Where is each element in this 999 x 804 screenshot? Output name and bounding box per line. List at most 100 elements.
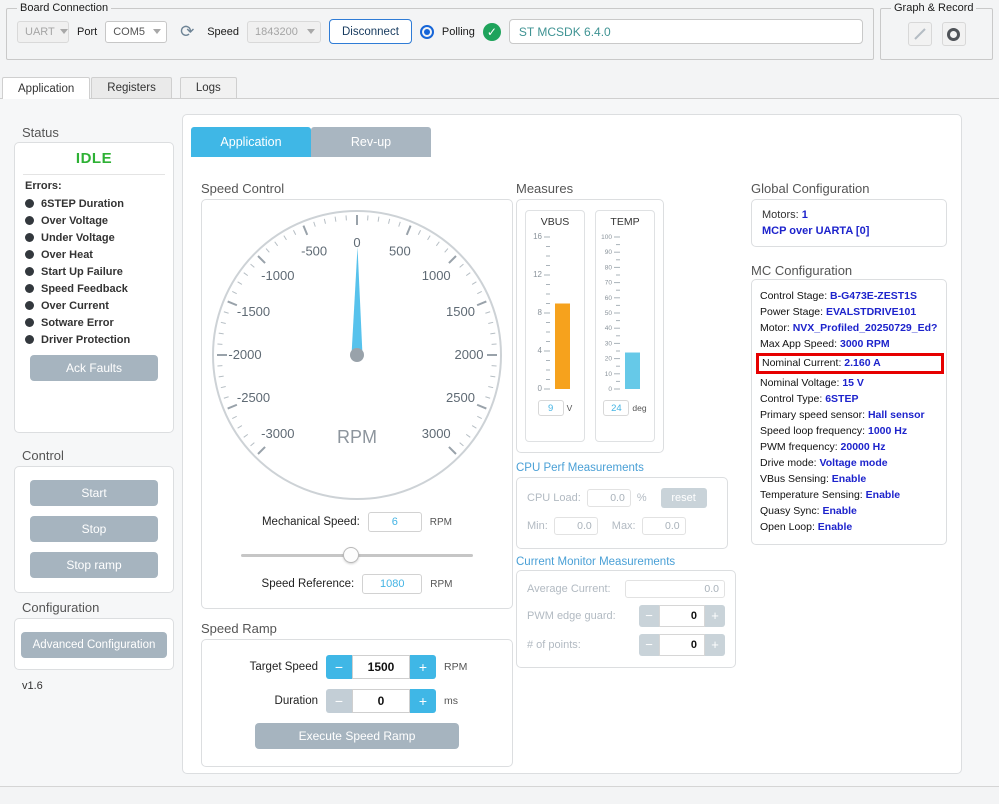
- svg-text:-3000: -3000: [261, 426, 294, 441]
- polling-label: Polling: [441, 25, 475, 38]
- pwm-edge-guard-field[interactable]: [659, 605, 705, 627]
- mc-config-label: VBus Sensing:: [760, 473, 832, 485]
- pwm-edge-guard-row: PWM edge guard: − +: [527, 605, 725, 627]
- mc-config-label: Open Loop:: [760, 521, 818, 533]
- pwm-edge-guard-label: PWM edge guard:: [527, 610, 616, 622]
- execute-speed-ramp-button[interactable]: Execute Speed Ramp: [255, 723, 459, 749]
- points-increment-button[interactable]: +: [705, 634, 725, 656]
- slider-handle[interactable]: [343, 547, 360, 563]
- mc-config-value: NVX_Profiled_20250729_Ed?: [792, 322, 938, 334]
- speed-ramp-title: Speed Ramp: [201, 621, 277, 636]
- board-connection-group: Board Connection UART Port COM5 ⟳ Speed …: [6, 2, 874, 60]
- average-current-label: Average Current:: [527, 583, 611, 595]
- duration-field[interactable]: [352, 689, 410, 713]
- error-led-icon: [25, 318, 34, 327]
- svg-text:0: 0: [538, 384, 543, 393]
- svg-text:RPM: RPM: [337, 427, 377, 447]
- polling-radio[interactable]: [419, 24, 434, 39]
- record-button[interactable]: [941, 22, 966, 46]
- mc-config-label: Drive mode:: [760, 457, 820, 469]
- mc-config-item: Speed loop frequency: 1000 Hz: [760, 423, 938, 439]
- board-connection-title: Board Connection: [20, 2, 109, 14]
- main-tab-bar: Application Registers Logs: [0, 77, 999, 99]
- current-monitor-panel: Average Current: PWM edge guard: − + # o…: [516, 570, 736, 668]
- mc-config-value: 2.160 A: [844, 357, 881, 369]
- target-speed-increment-button[interactable]: +: [410, 655, 436, 679]
- mc-config-item: Control Type: 6STEP: [760, 391, 938, 407]
- speed-gauge: -3000 -2500 -2000 -1500 -1000 -500 0 500 1000 150…: [212, 210, 502, 500]
- pwm-edge-guard-decrement-button[interactable]: −: [639, 605, 659, 627]
- error-label: Over Current: [41, 299, 109, 312]
- svg-text:4: 4: [538, 346, 543, 355]
- firmware-name-field[interactable]: [508, 19, 863, 44]
- target-speed-field[interactable]: [352, 655, 410, 679]
- mc-config-label: Control Type:: [760, 393, 826, 405]
- cpu-min-field[interactable]: [553, 517, 598, 535]
- points-field[interactable]: [659, 634, 705, 656]
- error-label: Speed Feedback: [41, 282, 128, 295]
- status-section-title: Status: [22, 125, 59, 140]
- control-button-stop[interactable]: Stop: [30, 516, 158, 542]
- svg-text:12: 12: [533, 270, 542, 279]
- average-current-field[interactable]: [625, 580, 725, 598]
- svg-text:2000: 2000: [455, 347, 484, 362]
- port-select[interactable]: COM5: [105, 20, 168, 43]
- speed-reference-slider[interactable]: [241, 547, 473, 563]
- mechanical-speed-field[interactable]: [367, 512, 422, 532]
- vbus-value-field[interactable]: [537, 400, 564, 416]
- points-label: # of points:: [527, 639, 581, 651]
- error-led-icon: [25, 199, 34, 208]
- cpu-max-field[interactable]: [641, 517, 686, 535]
- graph-button[interactable]: [907, 22, 932, 46]
- mcp-link[interactable]: MCP over UARTA [0]: [762, 223, 936, 239]
- mc-configuration-panel: Control Stage: B-G473E-ZEST1S Power Stage…: [751, 279, 947, 545]
- mc-config-item: Max App Speed: 3000 RPM: [760, 336, 938, 352]
- port-label: Port: [77, 25, 98, 38]
- graph-record-title: Graph & Record: [894, 2, 974, 14]
- control-button-stop-ramp[interactable]: Stop ramp: [30, 552, 158, 578]
- error-item: 6STEP Duration: [15, 195, 173, 212]
- cpu-load-field[interactable]: [586, 489, 631, 507]
- mc-config-value: 3000 RPM: [839, 338, 890, 350]
- graph-record-group: Graph & Record: [880, 2, 993, 60]
- error-item: Start Up Failure: [15, 263, 173, 280]
- tab-logs[interactable]: Logs: [179, 77, 237, 98]
- target-speed-decrement-button[interactable]: −: [326, 655, 352, 679]
- inner-tab-rev-up[interactable]: Rev-up: [311, 127, 431, 157]
- svg-text:40: 40: [605, 325, 613, 332]
- cpu-load-reset-button[interactable]: reset: [660, 488, 707, 508]
- mc-config-value: B-G473E-ZEST1S: [830, 290, 917, 302]
- temp-gauge: 0 10 20 30 40 50 60 70 80 90 100: [601, 234, 640, 393]
- svg-text:-500: -500: [301, 244, 327, 259]
- mc-config-item: Motor: NVX_Profiled_20250729_Ed?: [760, 320, 938, 336]
- configuration-panel: Advanced Configuration: [14, 618, 174, 670]
- error-item: Speed Feedback: [15, 280, 173, 297]
- ack-faults-button[interactable]: Ack Faults: [30, 355, 158, 381]
- pwm-edge-guard-increment-button[interactable]: +: [705, 605, 725, 627]
- vbus-footer: V: [537, 400, 572, 416]
- port-select-value: COM5: [113, 25, 145, 38]
- measures-title: Measures: [516, 181, 574, 196]
- error-led-icon: [25, 233, 34, 242]
- svg-text:1000: 1000: [422, 268, 451, 283]
- points-decrement-button[interactable]: −: [639, 634, 659, 656]
- svg-text:50: 50: [605, 310, 613, 317]
- temp-value-field[interactable]: [603, 400, 630, 416]
- refresh-button[interactable]: ⟳: [175, 20, 199, 44]
- baud-speed-select[interactable]: 1843200: [247, 20, 321, 43]
- tab-registers[interactable]: Registers: [91, 77, 172, 98]
- divider: [23, 174, 165, 175]
- inner-tab-application[interactable]: Application: [191, 127, 311, 157]
- mc-config-value: Enable: [822, 505, 857, 517]
- uart-select[interactable]: UART: [17, 20, 69, 43]
- svg-text:0: 0: [353, 235, 360, 250]
- duration-decrement-button[interactable]: −: [326, 689, 352, 713]
- disconnect-button[interactable]: Disconnect: [329, 19, 412, 44]
- mc-config-item: PWM frequency: 20000 Hz: [760, 439, 938, 455]
- control-button-start[interactable]: Start: [30, 480, 158, 506]
- speed-reference-field[interactable]: [362, 574, 423, 594]
- duration-increment-button[interactable]: +: [410, 689, 436, 713]
- tab-application[interactable]: Application: [2, 77, 91, 99]
- mc-config-label: Motor:: [760, 322, 793, 334]
- advanced-configuration-button[interactable]: Advanced Configuration: [21, 632, 167, 658]
